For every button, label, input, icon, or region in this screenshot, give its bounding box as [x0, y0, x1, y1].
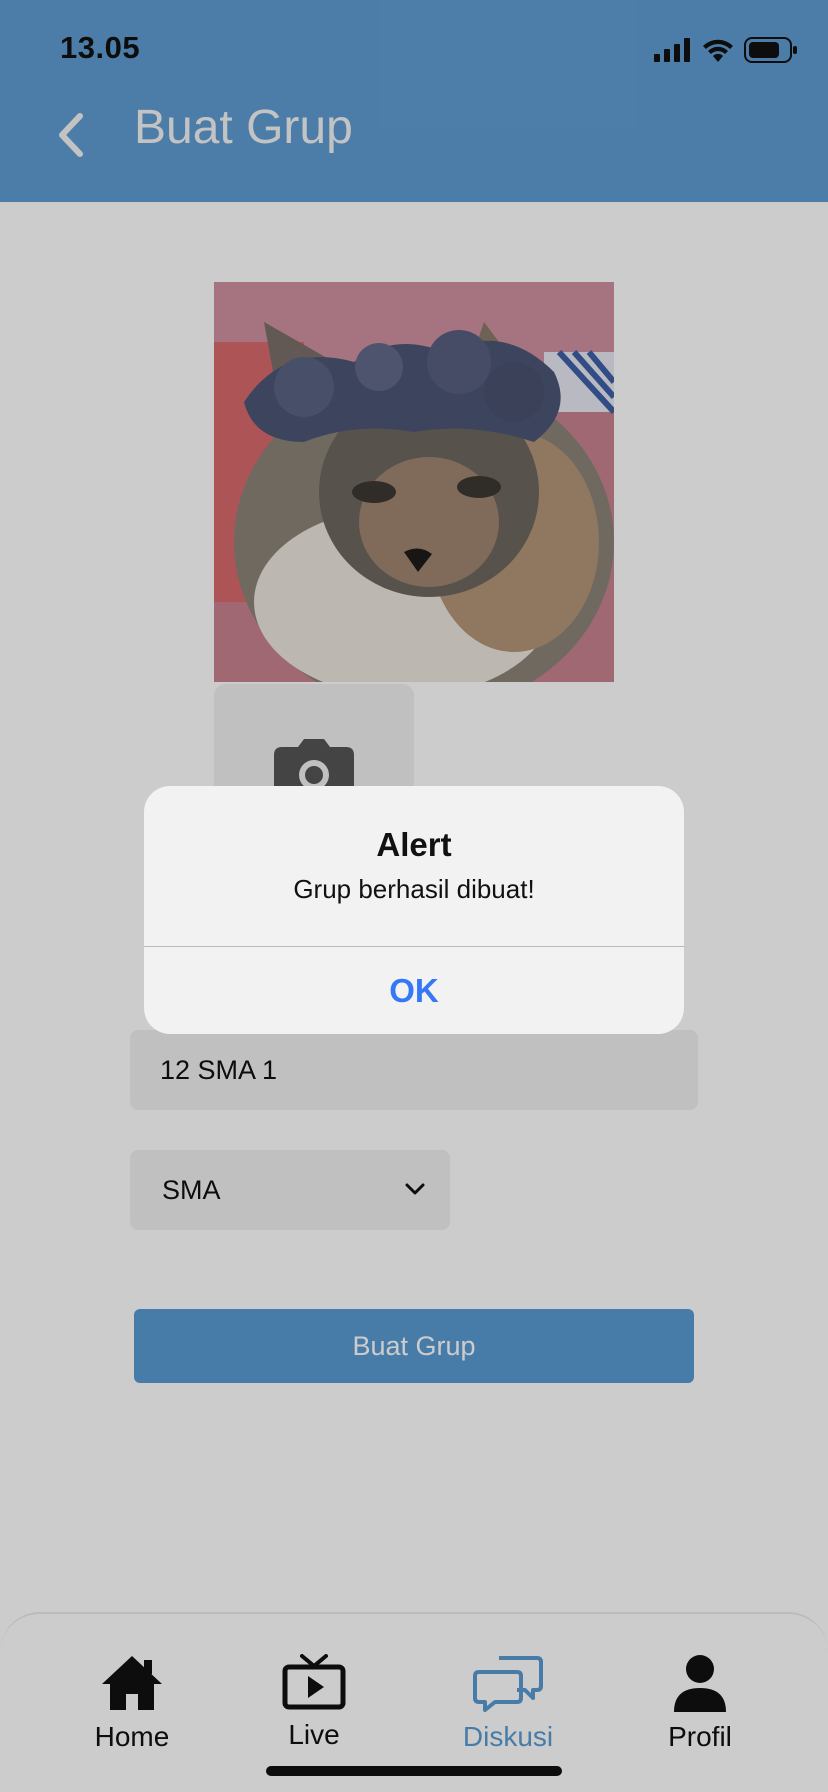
alert-dialog: Alert Grup berhasil dibuat! OK — [144, 786, 684, 1034]
alert-message: Grup berhasil dibuat! — [293, 874, 535, 904]
alert-ok-button[interactable]: OK — [144, 947, 684, 1034]
alert-title: Alert — [376, 826, 452, 863]
